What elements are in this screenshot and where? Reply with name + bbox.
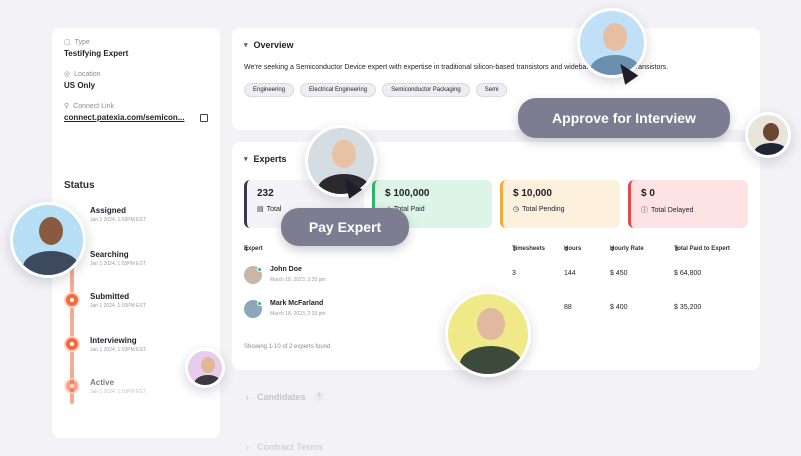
step-date: Jan 1 2024, 1:03PM EST (90, 303, 146, 309)
location-icon: ◎ (64, 71, 71, 78)
avatar (244, 266, 262, 284)
tag: Engineering (244, 83, 295, 97)
overview-description: We're seeking a Semiconductor Device exp… (244, 64, 669, 71)
type-icon: ▢ (64, 39, 71, 46)
chevron-down-icon: ▾ (244, 42, 248, 49)
tag: Semiconductor Packaging (382, 83, 470, 97)
status-title: Status (64, 180, 95, 191)
timesheets-cell: 3 (512, 270, 516, 277)
type-label: Type (74, 38, 90, 46)
chevron-down-icon: ▾ (244, 156, 248, 163)
clock-icon: ◷ (513, 206, 520, 213)
hours-cell: 144 (564, 270, 576, 277)
stat-label: Total Pending (522, 205, 565, 213)
candidates-count: 6 (313, 392, 325, 402)
hours-cell: 88 (564, 304, 572, 311)
link-icon: ⚲ (64, 103, 70, 110)
rate-cell: $ 400 (610, 304, 628, 311)
expert-name[interactable]: John Doe (270, 266, 302, 273)
chevron-right-icon: › (246, 442, 249, 452)
pay-expert-button[interactable]: Pay Expert (281, 208, 409, 246)
col-hours[interactable]: Hours ⇕ (564, 246, 581, 253)
step-dot (64, 292, 80, 308)
col-timesheets[interactable]: Timesheets ⇕ (512, 246, 545, 253)
step-date: Jan 1 2024, 1:03PM EST (90, 217, 146, 223)
step-date: Jan 1 2024, 1:03PM EST (90, 389, 146, 395)
portrait-man-blue-shirt (577, 8, 647, 78)
contract-section[interactable]: › Contract Terms (246, 442, 323, 452)
step-date: Jan 1 2024, 1:03PM EST (90, 347, 146, 353)
avatar (244, 300, 262, 318)
stat-label: Total Delayed (651, 206, 694, 214)
step-label: Interviewing (90, 336, 137, 345)
step-date: Jan 1 2024, 1:03PM EST (90, 261, 146, 267)
portrait-man-tie (10, 202, 86, 278)
alert-icon: ⓘ (641, 207, 648, 214)
candidates-title: Candidates (257, 392, 306, 402)
step-dot (64, 336, 80, 352)
col-expert[interactable]: Expert ⇕ (244, 246, 263, 253)
stat-value: $ 0 (641, 188, 655, 199)
col-total[interactable]: Total Paid to Expert ⇕ (674, 246, 730, 253)
expert-name[interactable]: Mark McFarland (270, 300, 323, 307)
location-label: Location (74, 70, 101, 78)
expert-date: March 18, 2023, 2:33 pm (270, 311, 326, 317)
overview-header[interactable]: ▾ Overview (244, 40, 748, 50)
approve-for-interview-button[interactable]: Approve for Interview (518, 98, 730, 138)
rate-cell: $ 450 (610, 270, 628, 277)
total-cell: $ 35,200 (674, 304, 702, 311)
step-label: Active (90, 378, 115, 387)
expert-date: March 18, 2023, 2:33 pm (270, 277, 326, 283)
total-cell: $ 64,800 (674, 270, 702, 277)
col-rate[interactable]: Hourly Rate ⇕ (610, 246, 644, 253)
stat-value: $ 100,000 (385, 188, 430, 199)
stat-delayed: $ 0 ⓘ Total Delayed (628, 180, 748, 228)
step-label: Assigned (90, 206, 127, 215)
portrait-older-man (445, 291, 531, 377)
portrait-man-suit (745, 112, 791, 158)
type-value: Testifying Expert (64, 49, 129, 58)
portrait-smiling-man (185, 348, 225, 388)
step-label: Submitted (90, 292, 130, 301)
contract-title: Contract Terms (257, 442, 323, 452)
step-dot (64, 378, 80, 394)
online-indicator (257, 267, 262, 272)
copy-icon[interactable] (200, 113, 208, 122)
chevron-right-icon: › (246, 392, 249, 402)
results-count: Showing 1-10 of 2 experts found (244, 344, 331, 350)
project-info-card: ▢ Type Testifying Expert ◎ Location US Onl… (52, 28, 220, 180)
connect-label: Connect Link (73, 102, 114, 110)
online-indicator (257, 301, 262, 306)
tag: Electrical Engineering (300, 83, 377, 97)
tag-list: Engineering Electrical Engineering Semic… (244, 83, 748, 97)
doc-icon: ▤ (257, 206, 264, 213)
location-value: US Only (64, 81, 96, 90)
stat-label: Total (266, 205, 282, 213)
stat-pending: $ 10,000 ◷ Total Pending (500, 180, 620, 228)
candidates-section[interactable]: › Candidates 6 (246, 392, 325, 402)
connect-link[interactable]: connect.patexia.com/semicon... (64, 113, 184, 122)
experts-title: Experts (253, 154, 287, 164)
stat-value: $ 10,000 (513, 188, 552, 199)
overview-title: Overview (253, 40, 294, 50)
step-label: Searching (90, 250, 129, 259)
tag: Semi (475, 83, 508, 97)
